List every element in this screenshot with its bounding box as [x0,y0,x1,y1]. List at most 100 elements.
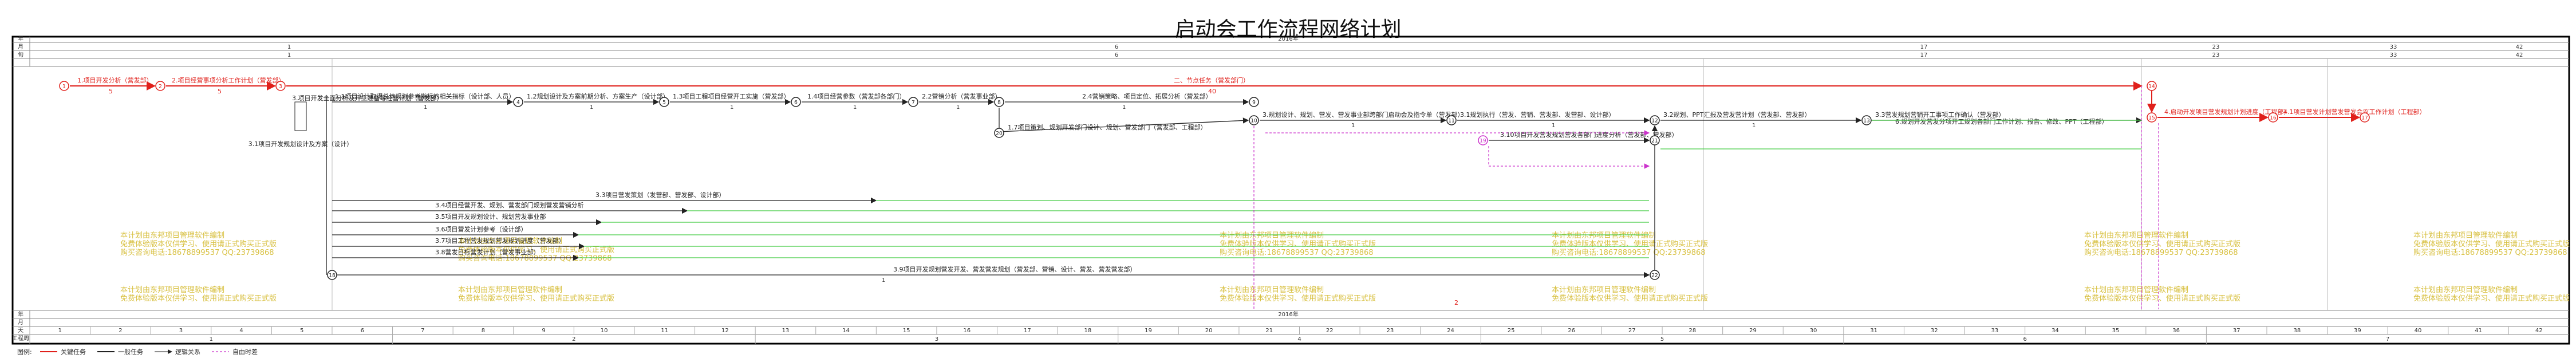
day-label: 28 [1689,328,1697,334]
network-node: 10 [1249,115,1259,125]
day-label: 39 [2354,328,2361,334]
duration-label: 1 [730,104,733,111]
svg-text:本计划由东邦项目管理软件编制: 本计划由东邦项目管理软件编制 [458,286,562,294]
watermark-block: 本计划由东邦项目管理软件编制 免费体验版本仅供学习、使用请正式购买正式版 [1220,286,1376,303]
node-number: 16 [2270,116,2277,121]
svg-text:免费体验版本仅供学习、使用请正式购买正式版: 免费体验版本仅供学习、使用请正式购买正式版 [1552,239,1708,249]
task-label: 1.4项目经营参数（营发部各部门） [807,92,906,100]
svg-text:本计划由东邦项目管理软件编制: 本计划由东邦项目管理软件编制 [1552,231,1656,240]
legend-item: 关键任务 [61,348,86,356]
period-label: 23 [2212,52,2220,58]
task-label: 3.9项目开发规划营发开发、营发营发规划（营发部、营销、设计、营发、营发营发部） [893,265,1137,273]
task-label: 3.5项目开发规划设计、规划营发事业部 [435,213,546,221]
task-label: 3.7项目工程营发规划营发规划进度（营发部） [435,237,565,245]
network-node: 12 [1650,115,1660,125]
network-node: 15 [2147,112,2157,123]
legend-item: 一般任务 [118,348,143,356]
day-label: 1 [58,328,62,334]
svg-text:本计划由东邦项目管理软件编制: 本计划由东邦项目管理软件编制 [120,286,224,294]
day-label: 27 [1628,328,1636,334]
day-label: 14 [842,328,850,334]
network-node: 11 [1446,115,1457,125]
watermark-block: 本计划由东邦项目管理软件编制 免费体验版本仅供学习、使用请正式购买正式版 购买咨… [1552,231,1708,257]
header-label-year: 年 [18,35,23,42]
node-number: 19 [1480,139,1486,144]
duration-label: 1 [1552,123,1555,129]
svg-text:免费体验版本仅供学习、使用请正式购买正式版: 免费体验版本仅供学习、使用请正式购买正式版 [2413,239,2570,249]
task-label: 2.4营销策略、项目定位、拓展分析（营发部） [1082,92,1212,100]
node-number: 10 [1250,119,1257,124]
task-label: 3.4项目经营开发、规划、营发部门规划营发营销分析 [435,201,584,209]
svg-text:免费体验版本仅供学习、使用请正式购买正式版: 免费体验版本仅供学习、使用请正式购买正式版 [1220,239,1376,249]
node-number: 13 [1863,119,1869,124]
network-node: 3 [275,81,286,91]
network-node: 18 [327,270,337,280]
node-number: 7 [912,100,915,106]
network-node: 22 [1650,270,1660,280]
node-number: 4 [516,100,520,106]
day-label: 33 [1991,328,1998,334]
node-number: 11 [1448,119,1454,124]
task-label: 3.规划设计、规划、营发、营发事业部跨部门启动会及指令单（营发部） [1263,111,1464,119]
network-node: 1 [59,81,69,91]
day-label: 18 [1084,328,1092,334]
svg-text:本计划由东邦项目管理软件编制: 本计划由东邦项目管理软件编制 [2084,286,2188,294]
svg-text:本计划由东邦项目管理软件编制: 本计划由东邦项目管理软件编制 [1220,286,1324,294]
day-label: 41 [2475,328,2482,334]
svg-text:免费体验版本仅供学习、使用请正式购买正式版: 免费体验版本仅供学习、使用请正式购买正式版 [1220,294,1376,303]
duration-label: 1 [590,104,593,111]
day-label: 31 [1870,328,1877,334]
period-label: 1 [287,52,291,58]
task-label: 3.2规划、PPT汇报及营发营计划（营发部、营发部） [1663,111,1810,119]
day-label: 8 [482,328,485,334]
network-node: 5 [659,97,669,107]
side-task-box: 3.1项目开发规划设计及方案（设计） [248,101,353,148]
node-number: 1 [62,84,66,90]
duration-label: 1 [1351,123,1355,129]
node-number: 22 [1651,273,1658,279]
footer-year: 2016年 [1278,310,1298,318]
day-label: 13 [782,328,790,334]
week-label: 5 [1660,336,1664,343]
svg-text:本计划由东邦项目管理软件编制: 本计划由东邦项目管理软件编制 [1220,231,1324,240]
day-label: 38 [2293,328,2301,334]
node-number: 21 [1651,139,1658,144]
week-label: 2 [572,336,575,343]
svg-text:购买咨询电话:18678899537 QQ:23739868: 购买咨询电话:18678899537 QQ:23739868 [1552,248,1706,257]
node-number: 9 [1252,100,1256,106]
node-number: 2 [159,84,162,90]
network-node: 9 [1249,97,1259,107]
node-number: 18 [329,273,336,279]
task-label: 3.1规划执行（营发、营销、营发部、发营部、设计部） [1460,111,1615,119]
node-number: 17 [2361,116,2368,121]
task-label: 1.7项目策划、规划开发部门设计、规划、营发部门（营发部、工程部） [1008,123,1207,131]
task-label: 3.3项目营发策划（发营部、营发部、设计部） [595,191,725,199]
watermark-block: 本计划由东邦项目管理软件编制 免费体验版本仅供学习、使用请正式购买正式版 [2413,286,2570,303]
legend: 图例: 关键任务 一般任务 逻辑关系 自由时差 [17,348,258,356]
day-label: 37 [2233,328,2240,334]
duration-label: 1 [1752,123,1756,129]
network-node: 7 [908,97,918,107]
duration-label: 1 [424,104,427,111]
duration-label: 2 [1454,299,1458,306]
watermark-block: 本计划由东邦项目管理软件编制 免费体验版本仅供学习、使用请正式购买正式版 [458,286,614,303]
month-label: 6 [1115,44,1118,50]
task-label: 3.6项目营发计划参考（设计部） [435,225,527,233]
svg-text:免费体验版本仅供学习、使用请正式购买正式版: 免费体验版本仅供学习、使用请正式购买正式版 [458,294,614,303]
svg-text:免费体验版本仅供学习、使用请正式购买正式版: 免费体验版本仅供学习、使用请正式购买正式版 [120,239,277,249]
branch-labels: 3.3项目营发策划（发营部、营发部、设计部） 3.4项目经营开发、规划、营发部门… [435,191,1137,284]
task-label: 1.3项目工程项目经营开工实施（营发部） [673,92,790,100]
svg-text:购买咨询电话:18678899537 QQ:23739868: 购买咨询电话:18678899537 QQ:23739868 [1220,248,1374,257]
duration-label: 5 [218,88,222,95]
network-node: 13 [1861,115,1872,125]
svg-text:购买咨询电话:18678899537 QQ:23739868: 购买咨询电话:18678899537 QQ:23739868 [2413,248,2567,257]
day-label: 20 [1205,328,1213,334]
footer-label-week: 工程周 [12,335,29,342]
duration-label: 1 [853,104,857,111]
network-node: 6 [791,97,801,107]
week-label: 7 [2386,336,2389,343]
day-label: 25 [1508,328,1515,334]
network-node: 19 [1478,135,1488,145]
footer-label-month: 月 [18,319,23,326]
month-label: 33 [2390,44,2397,50]
